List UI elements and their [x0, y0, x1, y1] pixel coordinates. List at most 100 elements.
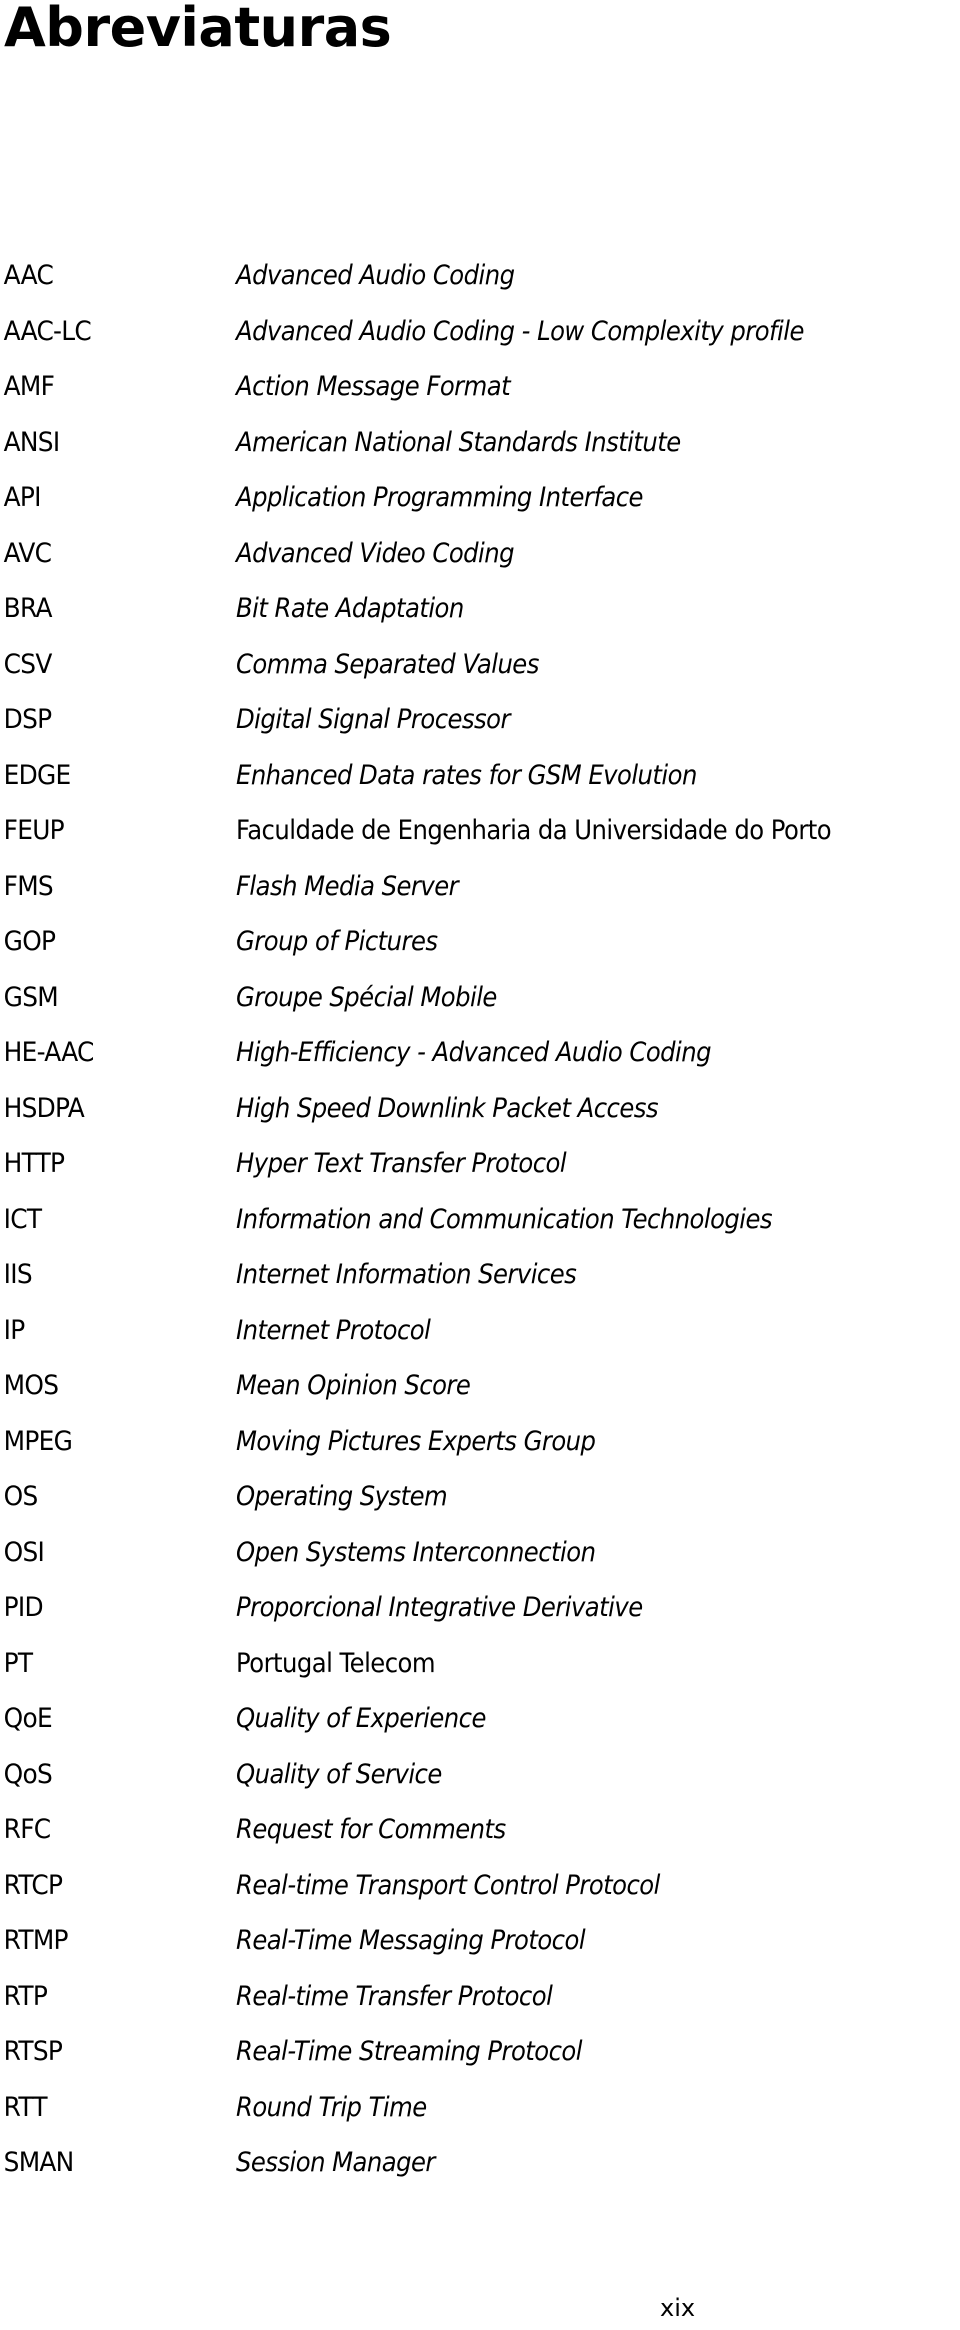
abbreviation-term: PT [3, 1647, 33, 1679]
abbreviation-definition: Action Message Format [236, 371, 511, 402]
abbreviation-row: EDGE Enhanced Data rates for GSM Evolutio… [0, 754, 960, 810]
abbreviation-definition: Real-Time Messaging Protocol [236, 1925, 586, 1956]
abbreviation-definition: Comma Separated Values [236, 648, 539, 680]
page-number: xix [660, 2294, 696, 2322]
abbreviation-definition: Internet Protocol [236, 1314, 431, 1346]
abbreviation-definition: Advanced Audio Coding [236, 260, 515, 291]
abbreviation-row: RFC Request for Comments [0, 1808, 960, 1864]
abbreviation-definition: Open Systems Interconnection [236, 1536, 596, 1568]
abbreviation-definition: Real-Time Streaming Protocol [236, 2036, 582, 2067]
abbreviation-row: RTMP Real-Time Messaging Protocol [0, 1919, 960, 1975]
abbreviation-term: IIS [3, 1259, 33, 1290]
abbreviation-definition: Advanced Video Coding [236, 537, 515, 569]
abbreviation-term: FEUP [3, 815, 65, 846]
abbreviation-row: SMAN Session Manager [0, 2141, 960, 2197]
abbreviation-term: OS [3, 1481, 39, 1512]
abbreviation-row: DSP Digital Signal Processor [0, 698, 960, 754]
abbreviation-definition: Quality of Experience [236, 1703, 486, 1734]
abbreviation-definition: Moving Pictures Experts Group [236, 1425, 596, 1457]
abbreviation-row: AAC-LC Advanced Audio Coding - Low Comple… [0, 310, 960, 366]
abbreviation-row: QoS Quality of Service [0, 1753, 960, 1809]
abbreviation-term: HTTP [3, 1148, 65, 1179]
abbreviation-definition: Round Trip Time [236, 2091, 427, 2123]
abbreviation-row: MOS Mean Opinion Score [0, 1364, 960, 1420]
abbreviation-term: ANSI [3, 426, 60, 458]
abbreviation-definition: Group of Pictures [236, 926, 438, 957]
abbreviation-term: HE-AAC [3, 1037, 95, 1068]
abbreviation-definition: Bit Rate Adaptation [236, 593, 464, 624]
abbreviation-row: GOP Group of Pictures [0, 920, 960, 976]
abbreviation-term: ICT [3, 1203, 42, 1235]
abbreviation-term: EDGE [3, 759, 72, 791]
abbreviation-term: PID [3, 1592, 44, 1623]
abbreviation-row: AVC Advanced Video Coding [0, 532, 960, 588]
abbreviation-term: RTSP [3, 2036, 63, 2067]
abbreviation-row: ANSI American National Standards Institut… [0, 421, 960, 477]
abbreviation-row: PID Proporcional Integrative Derivative [0, 1586, 960, 1642]
abbreviation-term: QoE [3, 1703, 53, 1734]
abbreviation-row: RTCP Real-time Transport Control Protocol [0, 1864, 960, 1920]
abbreviation-definition: Flash Media Server [236, 870, 459, 902]
abbreviation-row: GSM Groupe Spécial Mobile [0, 976, 960, 1032]
abbreviation-term: RFC [3, 1814, 51, 1845]
abbreviation-term: MPEG [3, 1425, 73, 1457]
abbreviation-term: FMS [3, 870, 54, 902]
abbreviation-row: FMS Flash Media Server [0, 865, 960, 921]
abbreviation-definition: High Speed Downlink Packet Access [236, 1092, 659, 1124]
abbreviation-definition: Request for Comments [236, 1814, 506, 1845]
abbreviation-row: PT Portugal Telecom [0, 1642, 960, 1698]
abbreviation-row: FEUP Faculdade de Engenharia da Universid… [0, 809, 960, 865]
abbreviation-term: OSI [3, 1536, 45, 1568]
abbreviation-term: IP [3, 1314, 26, 1346]
abbreviation-term: MOS [3, 1370, 59, 1401]
abbreviation-row: HSDPA High Speed Downlink Packet Access [0, 1087, 960, 1143]
abbreviation-term: RTMP [3, 1925, 69, 1956]
abbreviation-term: HSDPA [3, 1092, 85, 1124]
abbreviation-definition: Information and Communication Technologi… [236, 1203, 773, 1235]
abbreviation-row: RTSP Real-Time Streaming Protocol [0, 2030, 960, 2086]
abbreviation-row: QoE Quality of Experience [0, 1697, 960, 1753]
abbreviation-row: RTP Real-time Transfer Protocol [0, 1975, 960, 2031]
abbreviation-row: AAC Advanced Audio Coding [0, 254, 960, 310]
abbreviation-definition: Faculdade de Engenharia da Universidade … [236, 815, 832, 846]
abbreviation-term: AMF [3, 371, 55, 402]
abbreviation-definition: Proporcional Integrative Derivative [236, 1592, 643, 1623]
abbreviation-term: GOP [3, 926, 56, 957]
abbreviation-term: AVC [3, 537, 52, 569]
abbreviation-term: RTP [3, 1980, 48, 2012]
abbreviation-term: DSP [3, 704, 52, 735]
abbreviation-definition: Hyper Text Transfer Protocol [236, 1148, 567, 1179]
abbreviation-row: OSI Open Systems Interconnection [0, 1531, 960, 1587]
abbreviation-row: ICT Information and Communication Technol… [0, 1198, 960, 1254]
abbreviation-definition: Quality of Service [236, 1758, 442, 1790]
abbreviation-row: API Application Programming Interface [0, 476, 960, 532]
abbreviation-term: RTT [3, 2091, 48, 2123]
abbreviation-definition: Portugal Telecom [236, 1647, 436, 1679]
abbreviation-definition: Enhanced Data rates for GSM Evolution [236, 759, 697, 791]
abbreviation-definition: Real-time Transfer Protocol [236, 1980, 553, 2012]
abbreviation-term: BRA [3, 593, 53, 624]
abbreviation-definition: Advanced Audio Coding - Low Complexity p… [236, 315, 804, 347]
abbreviation-row: BRA Bit Rate Adaptation [0, 587, 960, 643]
abbreviation-term: API [3, 482, 42, 513]
abbreviation-list: AAC Advanced Audio Coding AAC-LC Advanced A… [0, 254, 960, 2197]
abbreviation-definition: Application Programming Interface [236, 482, 643, 513]
abbreviation-term: QoS [3, 1758, 53, 1790]
abbreviation-definition: Session Manager [236, 2147, 435, 2178]
abbreviation-term: GSM [3, 981, 59, 1013]
page-title: Abreviaturas [4, 0, 392, 59]
abbreviation-row: MPEG Moving Pictures Experts Group [0, 1420, 960, 1476]
abbreviation-definition: Groupe Spécial Mobile [236, 981, 497, 1013]
abbreviation-term: RTCP [3, 1869, 63, 1901]
abbreviation-definition: Mean Opinion Score [236, 1370, 471, 1401]
abbreviation-definition: Real-time Transport Control Protocol [236, 1869, 660, 1901]
abbreviation-term: SMAN [3, 2147, 75, 2178]
abbreviation-definition: Digital Signal Processor [236, 704, 510, 735]
abbreviation-row: AMF Action Message Format [0, 365, 960, 421]
abbreviation-row: CSV Comma Separated Values [0, 643, 960, 699]
abbreviation-row: HTTP Hyper Text Transfer Protocol [0, 1142, 960, 1198]
abbreviation-row: RTT Round Trip Time [0, 2086, 960, 2142]
abbreviation-definition: High-Efficiency - Advanced Audio Coding [236, 1037, 712, 1068]
abbreviation-row: IP Internet Protocol [0, 1309, 960, 1365]
abbreviation-definition: Internet Information Services [236, 1259, 577, 1290]
